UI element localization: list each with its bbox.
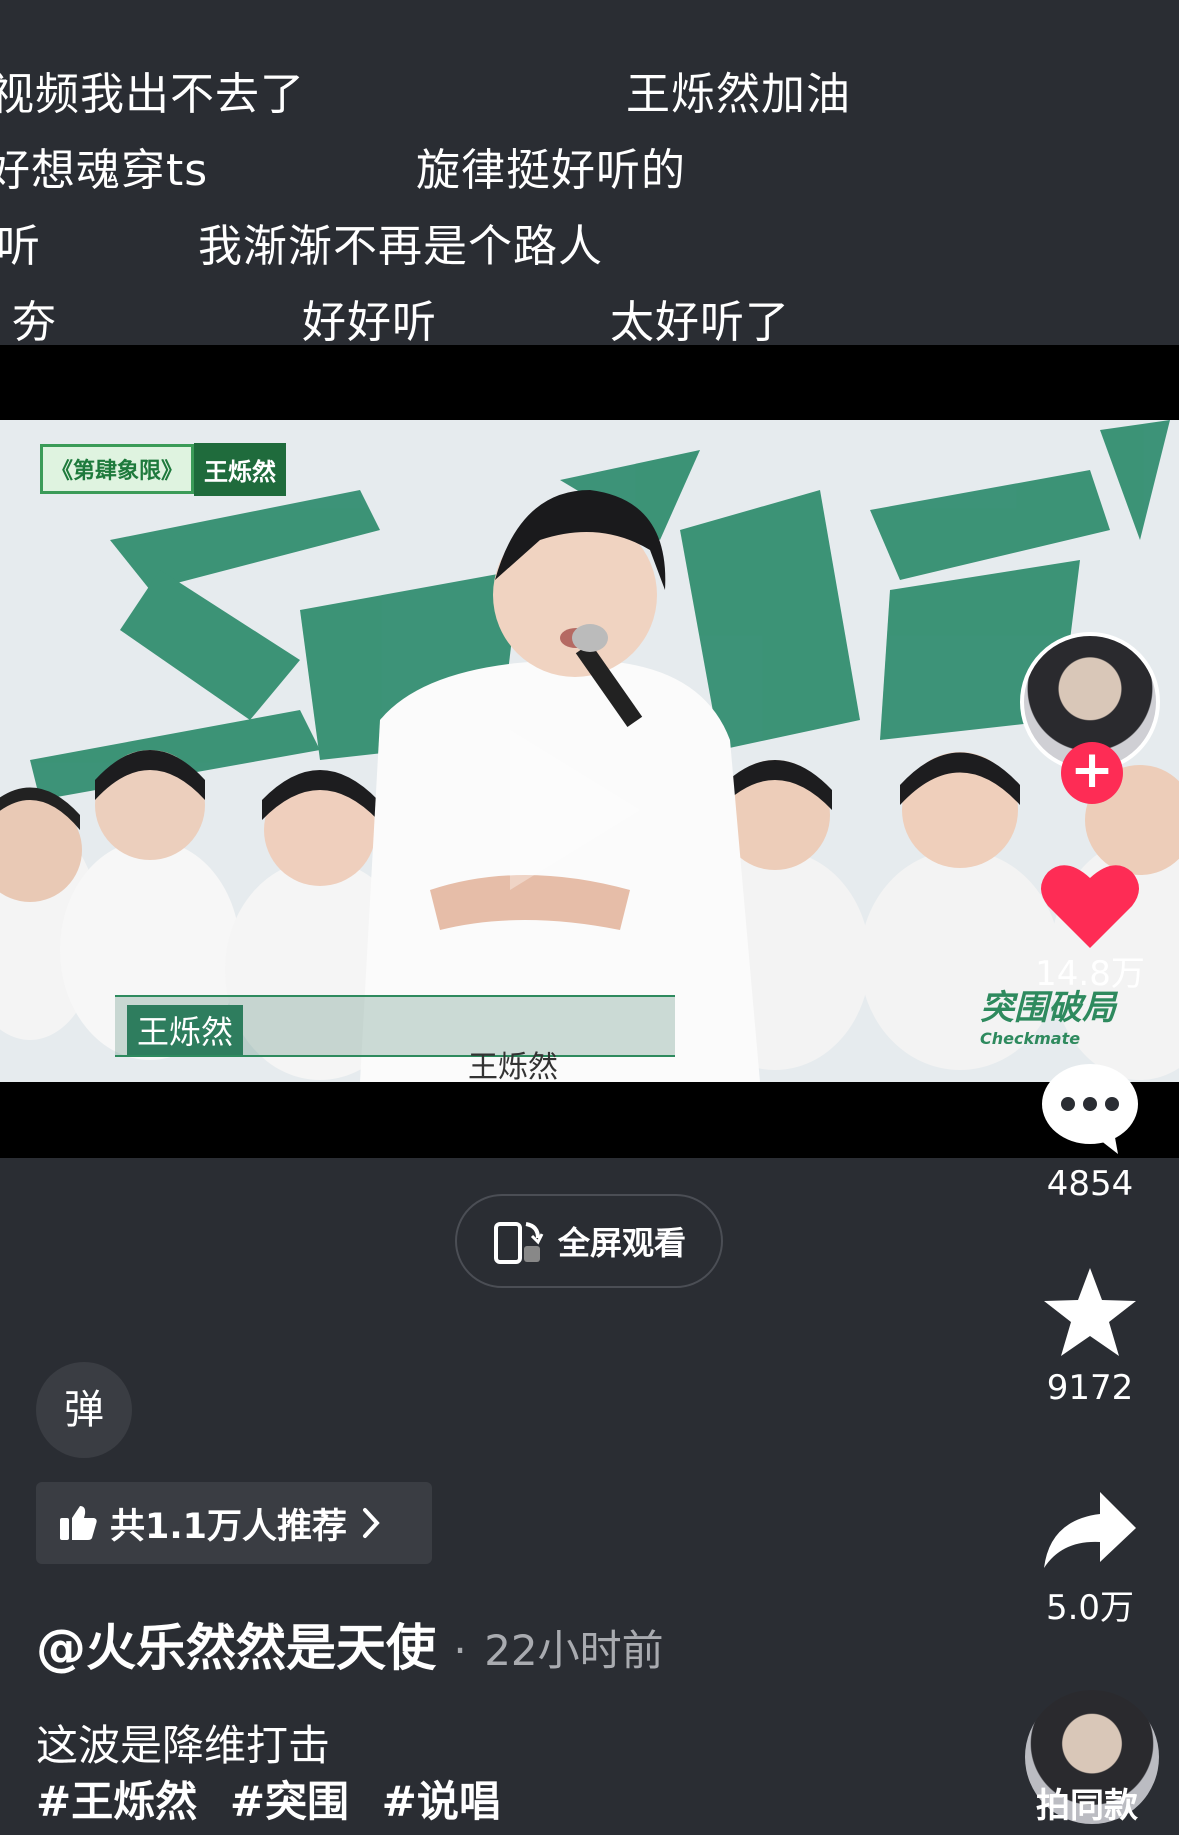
video-letterbox-bottom [0,1082,1179,1158]
danmaku-text: 王烁然加油 [626,69,851,120]
danmaku-text: 视频我出不去了 [0,69,305,120]
recommend-label: 共1.1万人推荐 [110,1506,348,1547]
video-subtitle: 王烁然 [468,1050,558,1082]
show-tag: 《第肆象限》 王烁然 [40,442,287,496]
rotate-screen-icon [493,1222,544,1264]
show-tag-name: 王烁然 [194,442,287,496]
danmaku-toggle-button[interactable]: 弹 [36,1362,132,1458]
comment-count: 4854 [1046,1164,1134,1204]
favorite-button[interactable]: 9172 [1015,1266,1165,1408]
video-caption: 这波是降维打击 [36,1721,331,1770]
comment-icon [1042,1064,1138,1154]
hashtag-list: #王烁然 #突围 #说唱 [36,1768,519,1829]
thumbs-up-icon [60,1506,97,1540]
danmaku-text: 夯 [12,297,57,348]
fullscreen-label: 全屏观看 [557,1224,686,1262]
lower-third-name: 王烁然 [127,1005,244,1055]
danmaku-text: 好想魂穿ts [0,145,209,196]
show-tag-label: 《第肆象限》 [40,444,195,494]
hashtag[interactable]: #说唱 [382,1777,501,1826]
recommend-chip[interactable]: 共1.1万人推荐 [36,1482,432,1564]
hashtag[interactable]: #突围 [230,1777,349,1826]
danmaku-text: 我渐渐不再是个路人 [198,221,603,272]
hashtag[interactable]: #王烁然 [36,1777,197,1826]
music-label[interactable]: 拍同款 [1036,1778,1138,1827]
danmaku-layer: 视频我出不去了 王烁然加油 好想魂穿ts 旋律挺好听的 听 我渐渐不再是个路人 … [0,0,1179,348]
play-icon[interactable] [510,730,640,890]
author-name[interactable]: @火乐然然是天使 [36,1619,436,1677]
share-count: 5.0万 [1045,1588,1135,1628]
like-button[interactable]: 14.8万 [1015,858,1165,995]
favorite-count: 9172 [1046,1368,1134,1408]
time-separator: · [453,1626,467,1675]
danmaku-text: 听 [0,221,41,272]
danmaku-text: 好好听 [302,297,437,348]
like-count: 14.8万 [1035,954,1145,994]
lower-third: 王烁然 [115,995,675,1057]
danmaku-text: 太好听了 [610,297,790,348]
video-player[interactable]: 《第肆象限》 王烁然 王烁然 王烁然 突围破局 Checkmate [0,420,1179,1082]
fullscreen-button[interactable]: 全屏观看 [455,1194,723,1288]
author-line: @火乐然然是天使 · 22小时前 [36,1608,664,1680]
comment-button[interactable]: 4854 [1015,1062,1165,1204]
danmaku-text: 旋律挺好听的 [416,145,686,196]
video-letterbox-top [0,345,1179,420]
star-icon [1044,1268,1136,1356]
danmaku-toggle-label: 弹 [64,1387,104,1433]
follow-button[interactable]: + [1061,742,1123,804]
post-time: 22小时前 [484,1626,664,1675]
share-icon [1044,1492,1136,1568]
chevron-right-icon [363,1508,380,1538]
show-logo-sub: Checkmate [980,1029,1081,1048]
share-button[interactable]: 5.0万 [1015,1490,1165,1629]
heart-icon [1041,865,1139,948]
